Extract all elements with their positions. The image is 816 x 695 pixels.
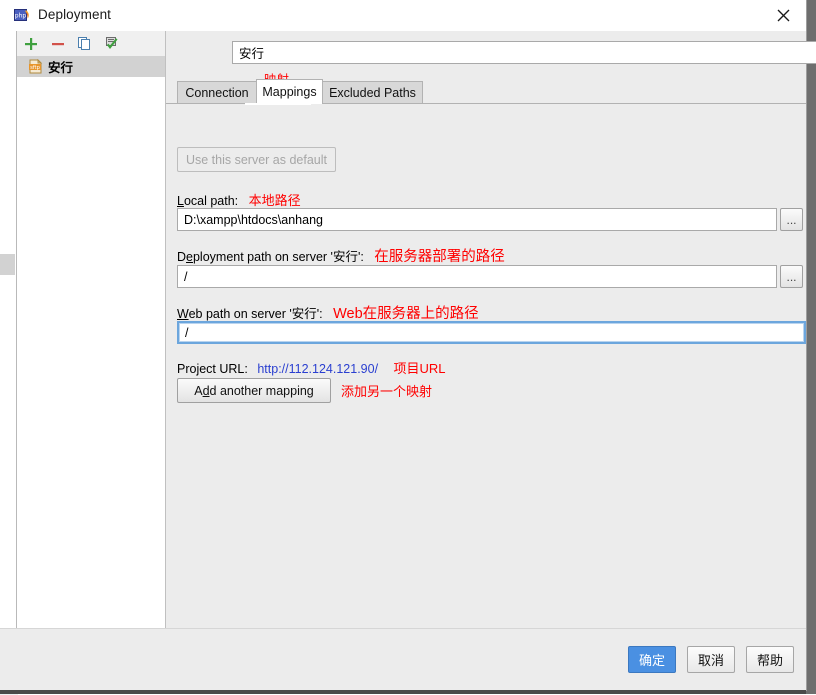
dialog-footer: 确定 取消 帮助: [0, 628, 806, 691]
cancel-button[interactable]: 取消: [687, 646, 735, 673]
sidebar-item-anhang[interactable]: sftp 安行: [17, 56, 165, 77]
svg-text:php: php: [15, 13, 27, 20]
project-url-row: Project URL: http://112.124.121.90/ 项目UR…: [177, 358, 446, 377]
tab-connection[interactable]: Connection: [177, 81, 257, 103]
tab-excluded-paths[interactable]: Excluded Paths: [322, 81, 423, 103]
local-path-label-rest: ocal path:: [183, 194, 239, 208]
annotation-web-path: Web在服务器上的路径: [333, 306, 479, 322]
deployment-path-input[interactable]: [177, 265, 777, 288]
web-path-label: Web path on server '安行': Web在服务器上的路径: [177, 302, 479, 323]
deployment-path-label-rest: ployment path on server '安行':: [192, 250, 364, 264]
server-tree-toolbar: [17, 31, 165, 56]
project-url-label: Project URL:: [177, 362, 248, 376]
php-deployment-icon: php: [14, 7, 31, 24]
dialog-bottom-shadow: [0, 690, 806, 694]
add-another-mapping-button[interactable]: Add another mapping: [177, 378, 331, 403]
tab-mappings[interactable]: Mappings: [256, 79, 323, 104]
close-icon[interactable]: [760, 0, 806, 31]
name-input[interactable]: [232, 41, 816, 64]
annotation-deployment-path: 在服务器部署的路径: [374, 249, 505, 265]
tab-excluded-paths-label: Excluded Paths: [329, 85, 416, 100]
local-path-input[interactable]: [177, 208, 777, 231]
plus-icon: [24, 37, 37, 50]
remove-server-button[interactable]: [44, 32, 71, 56]
add-mapping-label-rest: d another mapping: [209, 383, 314, 398]
server-tree-list[interactable]: sftp 安行: [17, 56, 165, 628]
minus-icon: [51, 42, 64, 45]
tab-mappings-label: Mappings: [262, 85, 317, 99]
add-mapping-label-mnemonic: d: [202, 383, 210, 398]
annotation-project-url: 项目URL: [393, 361, 446, 376]
annotation-add-mapping: 添加另一个映射: [341, 384, 433, 399]
background-selection-sliver: [0, 254, 15, 275]
deployment-path-browse-button[interactable]: ...: [780, 265, 803, 288]
sftp-icon: sftp: [28, 58, 43, 74]
web-path-label-rest: eb path on server '安行':: [188, 307, 323, 321]
server-config-panel: 名称(M): Connection Mappings Excluded Path…: [166, 31, 816, 628]
config-tabs: Connection Mappings Excluded Paths: [177, 79, 806, 104]
use-as-default-button[interactable]: [98, 32, 125, 56]
background-right-strip: [806, 0, 816, 694]
copy-server-button[interactable]: [71, 32, 98, 56]
web-path-input[interactable]: [177, 321, 806, 344]
sidebar-item-label: 安行: [48, 61, 74, 75]
use-this-server-as-default-button[interactable]: Use this server as default: [177, 147, 336, 172]
deployment-path-label-prefix: D: [177, 250, 187, 264]
deployment-path-label: Deployment path on server '安行': 在服务器部署的路…: [177, 245, 505, 266]
add-server-button[interactable]: [17, 32, 44, 56]
tab-connection-label: Connection: [185, 85, 249, 100]
ok-button[interactable]: 确定: [628, 646, 676, 673]
tabstrip-active-notch: [245, 103, 311, 105]
deployment-path-label-mnemonic: e: [186, 250, 193, 264]
web-path-label-mnemonic: W: [177, 307, 189, 321]
project-url-link[interactable]: http://112.124.121.90/: [257, 362, 378, 376]
local-path-label-mnemonic: L: [177, 194, 184, 208]
dialog-titlebar: php Deployment: [0, 0, 806, 32]
dialog-title: Deployment: [38, 7, 112, 22]
deployment-dialog: php Deployment sftp 安行 安行 Connection Map…: [0, 0, 816, 694]
local-path-label: Local path: 本地路径: [177, 190, 301, 209]
local-path-browse-button[interactable]: ...: [780, 208, 803, 231]
copy-icon: [78, 37, 90, 50]
mappings-panel: Use this server as default Local path: 本…: [166, 104, 806, 628]
check-document-icon: [106, 37, 118, 49]
dialog-left-frame: [0, 31, 17, 628]
add-mapping-label-prefix: A: [194, 383, 203, 398]
help-button[interactable]: 帮助: [746, 646, 794, 673]
svg-text:sftp: sftp: [30, 65, 40, 71]
server-tree-panel: sftp 安行: [17, 31, 166, 628]
annotation-local-path: 本地路径: [248, 193, 301, 208]
